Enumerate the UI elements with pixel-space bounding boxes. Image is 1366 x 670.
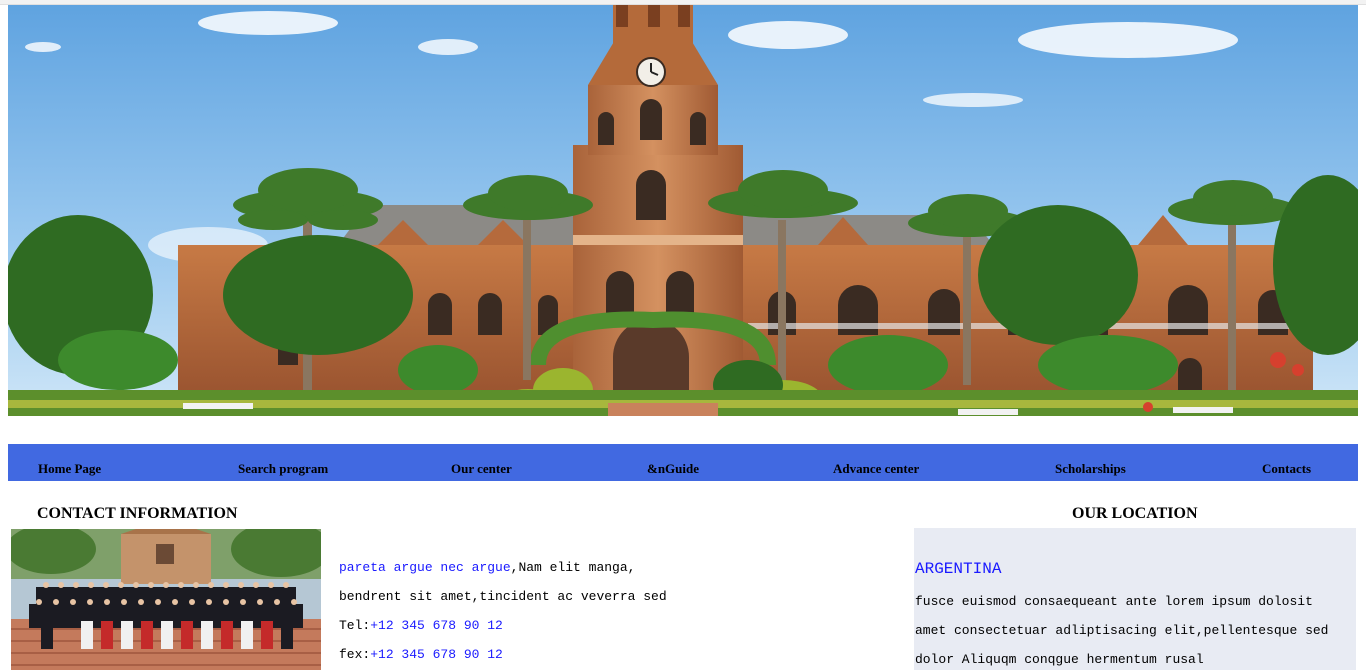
nav-scholarships[interactable]: Scholarships [1055,461,1126,477]
main-nav: Home Page Search program Our center &nGu… [8,444,1358,481]
location-line-1: fusce euismod consaequeant ante lorem ip… [915,594,1313,609]
nav-home-page[interactable]: Home Page [38,461,101,477]
nav-guide[interactable]: &nGuide [647,461,699,477]
nav-advance-center[interactable]: Advance center [833,461,919,477]
contact-heading: CONTACT INFORMATION [37,505,238,522]
location-heading: OUR LOCATION [1072,505,1198,522]
fax-value[interactable]: +12 345 678 90 12 [370,647,503,662]
contact-line-1: pareta argue nec argue,Nam elit manga, [339,560,635,575]
contact-link[interactable]: pareta argue nec argue [339,560,511,575]
tel-label: Tel: [339,618,371,633]
location-line-2: amet consectetuar adliptisacing elit,pel… [915,623,1329,638]
page: Home Page Search program Our center &nGu… [0,0,1366,670]
nav-our-center[interactable]: Our center [451,461,512,477]
fax-label: fex: [339,647,371,662]
contact-line-1-text: ,Nam elit manga, [510,560,636,575]
contact-line-2: bendrent sit amet,tincident ac veverra s… [339,589,667,604]
contact-tel: Tel:+12 345 678 90 12 [339,618,503,633]
nav-contacts[interactable]: Contacts [1262,461,1311,477]
nav-search-program[interactable]: Search program [238,461,328,477]
location-box: ARGENTINA fusce euismod consaequeant ant… [914,528,1356,670]
contact-fax: fex:+12 345 678 90 12 [339,647,503,662]
group-photo [11,529,321,670]
hero-banner [8,5,1358,416]
university-building-image [8,5,1358,416]
tel-value[interactable]: +12 345 678 90 12 [370,618,503,633]
location-country[interactable]: ARGENTINA [915,560,1001,578]
location-line-3: dolor Aliquqm conqgue hermentum rusal [915,652,1204,667]
